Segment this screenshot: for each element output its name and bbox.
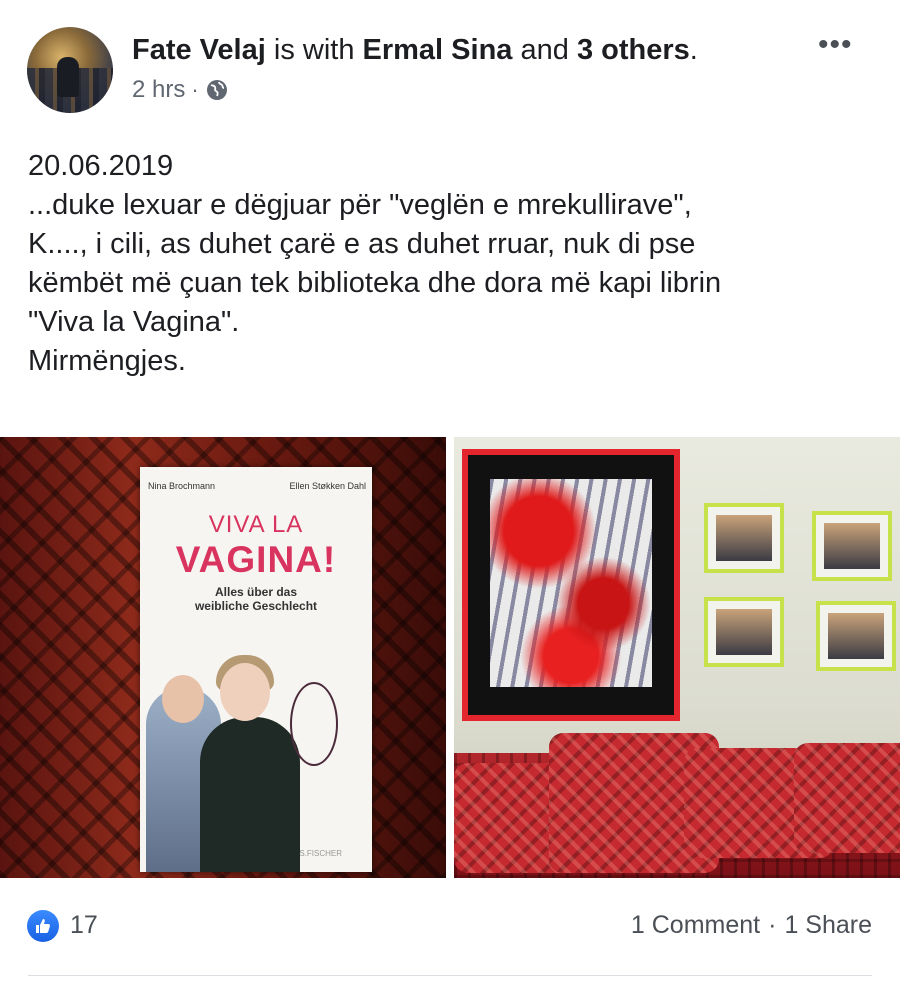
cover-person-2-head <box>220 663 270 721</box>
small-photo-frame <box>704 597 784 667</box>
post-body-text: 20.06.2019 ...duke lexuar e dëgjuar për … <box>28 150 722 377</box>
small-photo-frame <box>816 601 896 671</box>
framed-photo <box>828 613 884 659</box>
cover-illustration <box>290 682 338 766</box>
photo-grid: Nina Brochmann Ellen Støkken Dahl VIVA L… <box>0 437 900 878</box>
avatar-figure <box>57 57 79 97</box>
reaction-count[interactable]: 17 <box>70 911 98 940</box>
engagement-separator: · <box>768 911 777 939</box>
book-publisher: S.FISCHER <box>299 849 342 858</box>
meta-separator: · <box>191 77 199 102</box>
comments-count[interactable]: 1 Comment <box>631 911 760 940</box>
framed-photo <box>716 515 772 561</box>
framed-photo <box>716 609 772 655</box>
author-name[interactable]: Fate Velaj <box>132 34 266 66</box>
book-cover: Nina Brochmann Ellen Støkken Dahl VIVA L… <box>140 467 372 872</box>
cushion <box>794 743 900 853</box>
book-authors: Nina Brochmann Ellen Støkken Dahl <box>148 481 366 491</box>
post-meta: 2 hrs · <box>132 76 229 104</box>
book-title-line-1: VIVA LA <box>208 511 304 538</box>
post-header: Fate Velaj is with Ermal Sina and 3 othe… <box>0 0 900 130</box>
globe-icon[interactable] <box>205 78 229 102</box>
book-author-1: Nina Brochmann <box>148 481 216 491</box>
author-line: Fate Velaj is with Ermal Sina and 3 othe… <box>132 32 698 68</box>
post-footer: 17 1 Comment · 1 Share <box>0 896 900 966</box>
red-sofa <box>454 733 900 878</box>
book-subtitle: Alles über das weibliche Geschlecht <box>194 585 318 613</box>
cover-person-2-body <box>200 717 300 872</box>
footer-divider <box>28 975 872 976</box>
photo-book[interactable]: Nina Brochmann Ellen Støkken Dahl VIVA L… <box>0 437 446 878</box>
more-options-icon[interactable]: ••• <box>818 28 853 62</box>
tagged-person[interactable]: Ermal Sina <box>363 34 513 66</box>
red-framed-painting <box>462 449 680 721</box>
author-avatar[interactable] <box>27 27 113 113</box>
tagged-others[interactable]: 3 others <box>577 34 690 66</box>
book-title-line-2: VAGINA! <box>175 539 337 580</box>
book-author-2: Ellen Støkken Dahl <box>289 481 366 491</box>
engagement-summary: 1 Comment · 1 Share <box>631 911 872 940</box>
and-text: and <box>520 34 569 66</box>
with-text: is with <box>273 34 355 66</box>
framed-photo <box>824 523 880 569</box>
photo-living-room[interactable] <box>454 437 900 878</box>
cover-person-1-head <box>162 675 204 723</box>
painting-art <box>490 479 652 687</box>
small-photo-frame <box>812 511 892 581</box>
like-thumb-icon[interactable] <box>27 910 59 942</box>
post-time[interactable]: 2 hrs <box>132 76 185 104</box>
small-photo-frame <box>704 503 784 573</box>
period: . <box>689 34 698 66</box>
shares-count[interactable]: 1 Share <box>784 911 872 940</box>
